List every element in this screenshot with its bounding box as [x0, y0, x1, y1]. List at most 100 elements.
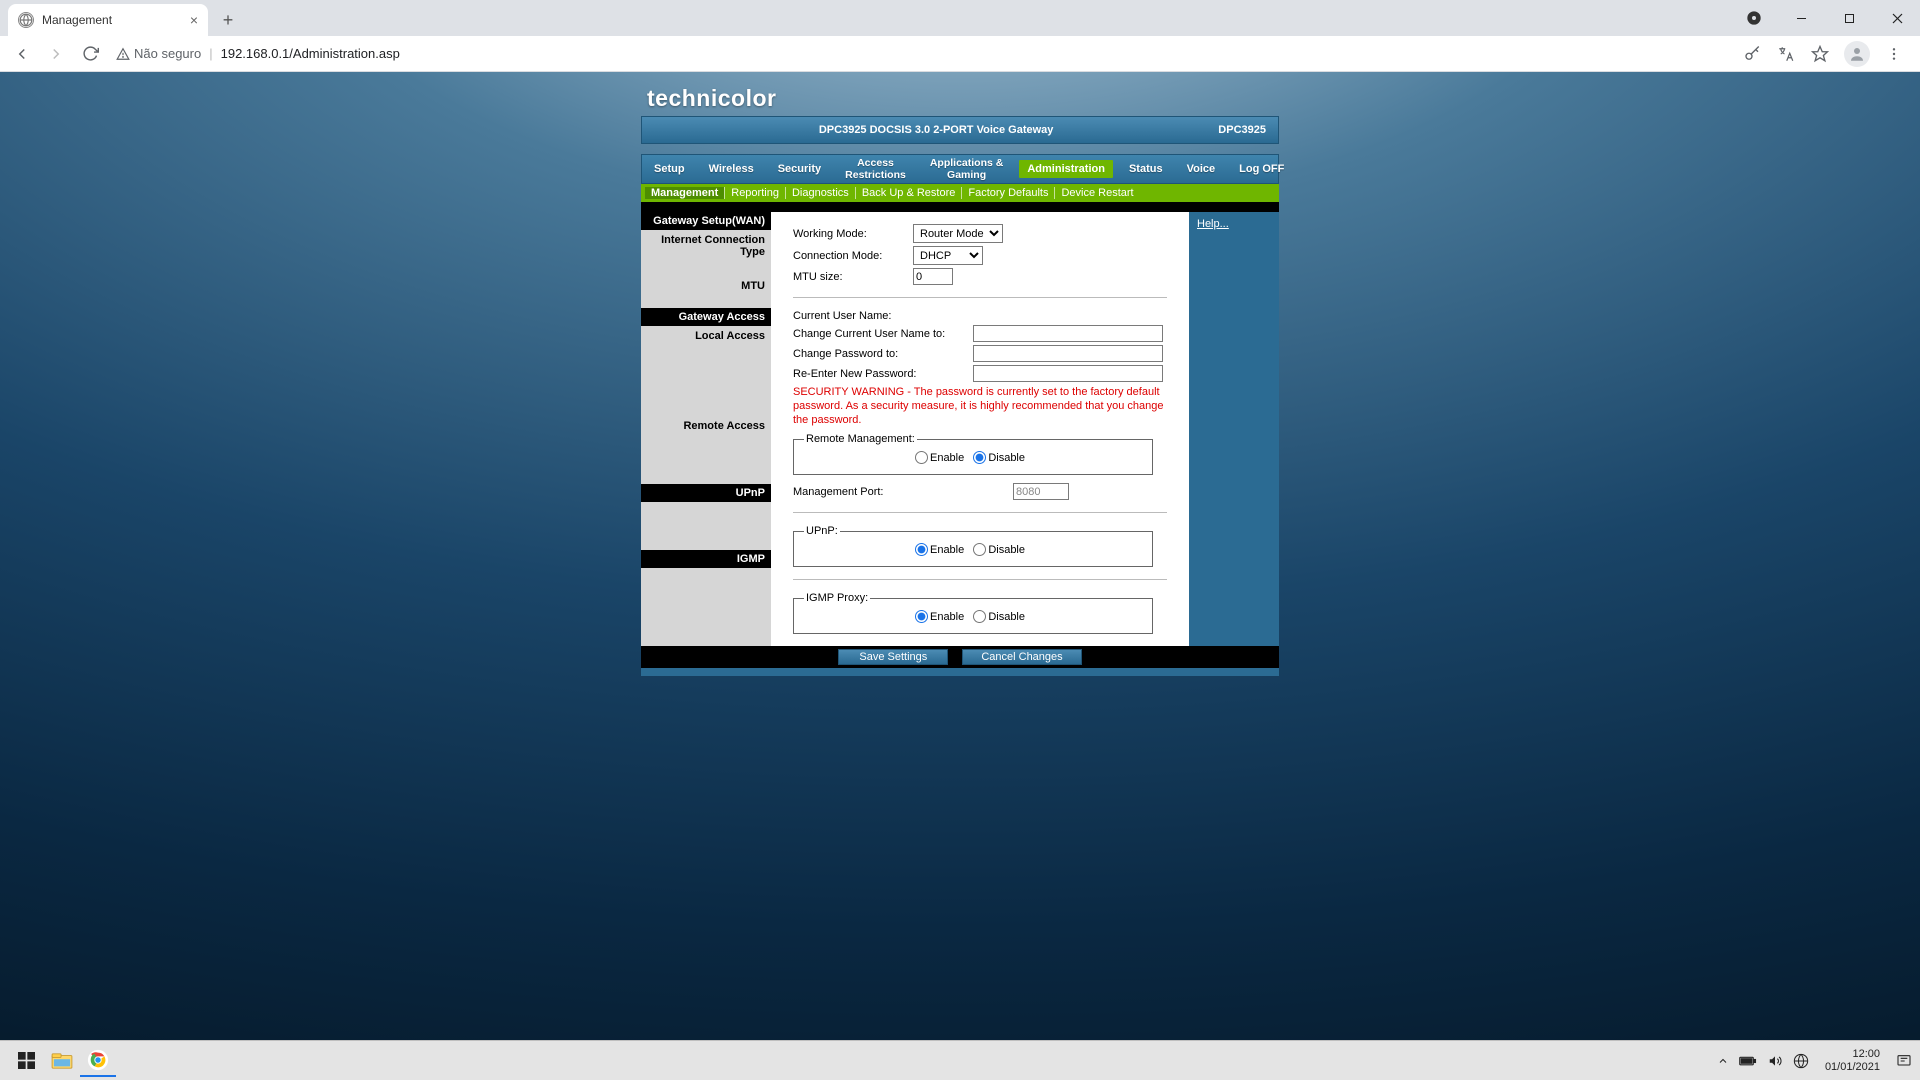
- new-tab-button[interactable]: +: [214, 6, 242, 34]
- mtu-size-input[interactable]: [913, 268, 953, 285]
- kebab-menu-icon[interactable]: [1884, 44, 1904, 64]
- key-icon[interactable]: [1742, 44, 1762, 64]
- nav-status[interactable]: Status: [1117, 163, 1175, 175]
- globe-icon: [18, 12, 34, 28]
- help-panel: Help...: [1189, 212, 1279, 646]
- forward-button[interactable]: [42, 40, 70, 68]
- subnav-back-up-restore[interactable]: Back Up & Restore: [856, 187, 962, 199]
- connection-mode-select[interactable]: DHCP: [913, 246, 983, 265]
- tray-chevron-icon[interactable]: [1717, 1055, 1729, 1067]
- subnav-diagnostics[interactable]: Diagnostics: [786, 187, 855, 199]
- change-user-label: Change Current User Name to:: [793, 328, 973, 340]
- working-mode-select[interactable]: Router Mode: [913, 224, 1003, 243]
- router-shell: technicolor DPC3925 DOCSIS 3.0 2-PORT Vo…: [641, 72, 1279, 676]
- nav-log-off[interactable]: Log OFF: [1227, 163, 1296, 175]
- igmp-disable-radio[interactable]: [973, 610, 986, 623]
- page-viewport: technicolor DPC3925 DOCSIS 3.0 2-PORT Vo…: [0, 72, 1920, 1042]
- igmp-enable-radio[interactable]: [915, 610, 928, 623]
- battery-icon[interactable]: [1739, 1055, 1757, 1067]
- sidebar-label-mtu: MTU: [641, 276, 771, 296]
- network-icon[interactable]: [1793, 1053, 1809, 1069]
- translate-icon[interactable]: [1776, 44, 1796, 64]
- sidebar-label-ict: Internet Connection Type: [641, 230, 771, 262]
- model-code: DPC3925: [1218, 124, 1266, 136]
- address-bar: Não seguro | 192.168.0.1/Administration.…: [0, 36, 1920, 72]
- reenter-pw-input[interactable]: [973, 365, 1163, 382]
- not-secure-warning: Não seguro: [116, 46, 201, 61]
- upnp-disable-radio[interactable]: [973, 543, 986, 556]
- nav-setup[interactable]: Setup: [642, 163, 697, 175]
- window-close-button[interactable]: [1874, 2, 1920, 34]
- remote-disable-radio[interactable]: [973, 451, 986, 464]
- sidebar-label-local-access: Local Access: [641, 326, 771, 346]
- window-minimize-button[interactable]: [1778, 2, 1824, 34]
- back-button[interactable]: [8, 40, 36, 68]
- sidebar: Gateway Setup(WAN) Internet Connection T…: [641, 212, 771, 646]
- save-settings-button[interactable]: Save Settings: [838, 649, 948, 665]
- security-warning: SECURITY WARNING - The password is curre…: [793, 386, 1167, 427]
- clock-time: 12:00: [1825, 1048, 1880, 1061]
- url-display[interactable]: Não seguro | 192.168.0.1/Administration.…: [116, 46, 400, 61]
- content-area: Gateway Setup(WAN) Internet Connection T…: [641, 212, 1279, 646]
- igmp-fieldset: IGMP Proxy: Enable Disable: [793, 592, 1153, 634]
- model-name: DPC3925 DOCSIS 3.0 2-PORT Voice Gateway: [654, 124, 1218, 136]
- profile-avatar[interactable]: [1844, 41, 1870, 67]
- change-pw-input[interactable]: [973, 345, 1163, 362]
- help-link[interactable]: Help...: [1197, 218, 1229, 230]
- mgmt-port-input[interactable]: [1013, 483, 1069, 500]
- change-pw-label: Change Password to:: [793, 348, 973, 360]
- sidebar-head-gateway-access: Gateway Access: [641, 308, 771, 326]
- tab-strip: Management × +: [0, 0, 1920, 36]
- upnp-disable-label: Disable: [988, 544, 1025, 556]
- remote-management-legend: Remote Management:: [804, 433, 917, 445]
- igmp-legend: IGMP Proxy:: [804, 592, 870, 604]
- nav-voice[interactable]: Voice: [1175, 163, 1228, 175]
- nav-applications-gaming[interactable]: Applications &Gaming: [918, 157, 1016, 181]
- browser-tab[interactable]: Management ×: [8, 4, 208, 36]
- file-explorer-icon[interactable]: [44, 1045, 80, 1077]
- nav-administration[interactable]: Administration: [1019, 160, 1113, 178]
- upnp-fieldset: UPnP: Enable Disable: [793, 525, 1153, 567]
- subnav-management[interactable]: Management: [645, 187, 724, 199]
- sidebar-head-gateway-setup: Gateway Setup(WAN): [641, 212, 771, 230]
- upnp-legend: UPnP:: [804, 525, 840, 537]
- model-bar: DPC3925 DOCSIS 3.0 2-PORT Voice Gateway …: [641, 116, 1279, 144]
- connection-mode-label: Connection Mode:: [793, 250, 913, 262]
- cancel-changes-button[interactable]: Cancel Changes: [962, 649, 1081, 665]
- nav-security[interactable]: Security: [766, 163, 833, 175]
- not-secure-label: Não seguro: [134, 46, 201, 61]
- igmp-enable-label: Enable: [930, 611, 964, 623]
- main-form: Working Mode: Router Mode Connection Mod…: [771, 212, 1189, 646]
- close-tab-icon[interactable]: ×: [190, 12, 198, 28]
- change-user-input[interactable]: [973, 325, 1163, 342]
- taskbar-clock[interactable]: 12:00 01/01/2021: [1825, 1048, 1880, 1073]
- notifications-icon[interactable]: [1896, 1053, 1912, 1069]
- remote-enable-radio[interactable]: [915, 451, 928, 464]
- sidebar-head-upnp: UPnP: [641, 484, 771, 502]
- window-maximize-button[interactable]: [1826, 2, 1872, 34]
- reload-button[interactable]: [76, 40, 104, 68]
- subnav-factory-defaults[interactable]: Factory Defaults: [962, 187, 1054, 199]
- sub-nav: ManagementReportingDiagnosticsBack Up & …: [641, 184, 1279, 202]
- clock-date: 01/01/2021: [1825, 1061, 1880, 1074]
- nav-access-restrictions[interactable]: AccessRestrictions: [833, 157, 918, 181]
- sidebar-head-igmp: IGMP: [641, 550, 771, 568]
- remote-enable-label: Enable: [930, 452, 964, 464]
- bookmark-star-icon[interactable]: [1810, 44, 1830, 64]
- url-text: 192.168.0.1/Administration.asp: [221, 46, 400, 61]
- footer-bar: Save Settings Cancel Changes: [641, 646, 1279, 668]
- start-button[interactable]: [8, 1045, 44, 1077]
- upnp-enable-radio[interactable]: [915, 543, 928, 556]
- chrome-taskbar-icon[interactable]: [80, 1045, 116, 1077]
- remote-disable-label: Disable: [988, 452, 1025, 464]
- subnav-device-restart[interactable]: Device Restart: [1055, 187, 1139, 199]
- remote-management-fieldset: Remote Management: Enable Disable: [793, 433, 1153, 475]
- sidebar-label-remote-access: Remote Access: [641, 416, 771, 436]
- working-mode-label: Working Mode:: [793, 228, 913, 240]
- account-indicator-icon[interactable]: [1740, 4, 1768, 32]
- current-user-label: Current User Name:: [793, 310, 973, 322]
- subnav-reporting[interactable]: Reporting: [725, 187, 785, 199]
- windows-taskbar: 12:00 01/01/2021: [0, 1040, 1920, 1080]
- volume-icon[interactable]: [1767, 1054, 1783, 1068]
- nav-wireless[interactable]: Wireless: [697, 163, 766, 175]
